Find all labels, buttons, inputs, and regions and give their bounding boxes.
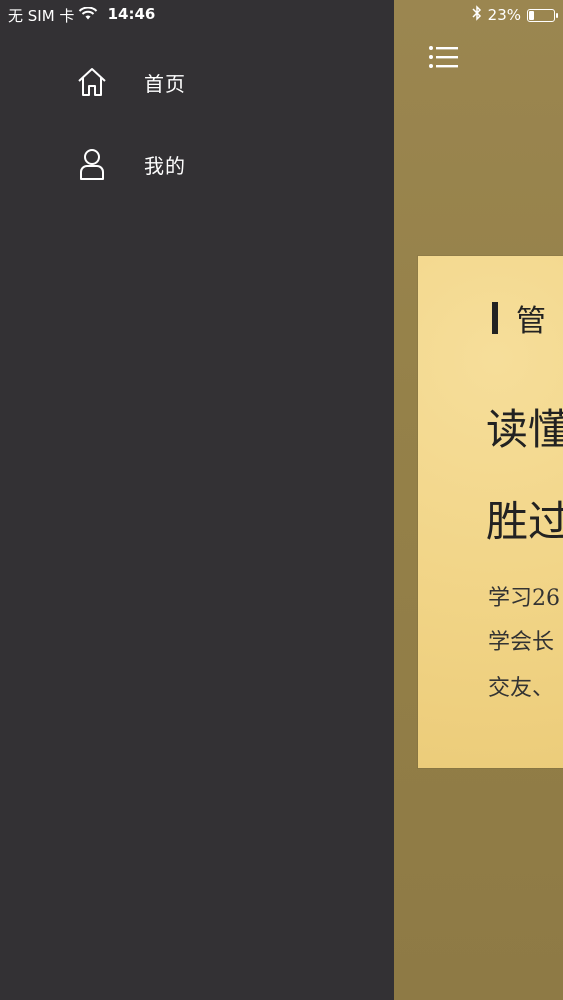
drawer-item-label: 我的 (144, 153, 186, 178)
clock: 14:46 (107, 5, 156, 23)
battery-fill (529, 10, 535, 20)
menu-list-icon[interactable] (428, 44, 460, 72)
card-tag: 管 (516, 304, 546, 339)
drawer-item-mine[interactable]: 我的 (74, 146, 186, 182)
battery-percent: 23% (487, 6, 521, 24)
main-content[interactable]: 管 读懂 胜过 学习26 学会长 交友、 (394, 0, 563, 1000)
card-title-line1: 读懂 (486, 405, 563, 454)
card-accent-bar (492, 302, 498, 334)
card-text-line2: 学会长 (488, 630, 555, 655)
status-bar: 无 SIM 卡 14:46 23% (0, 0, 563, 30)
battery-icon (527, 8, 558, 22)
course-card[interactable]: 管 读懂 胜过 学习26 学会长 交友、 (418, 256, 563, 768)
card-text-line1: 学习26 (488, 586, 560, 611)
drawer-item-home[interactable]: 首页 (74, 64, 186, 100)
status-right: 23% (472, 5, 558, 25)
user-icon (74, 146, 110, 182)
card-text-line3: 交友、 (488, 676, 555, 701)
home-icon (74, 64, 110, 100)
card-title-line2: 胜过 (486, 497, 563, 546)
bluetooth-icon (472, 5, 482, 25)
side-drawer: 首页 我的 (0, 0, 394, 1000)
drawer-item-label: 首页 (144, 71, 186, 96)
